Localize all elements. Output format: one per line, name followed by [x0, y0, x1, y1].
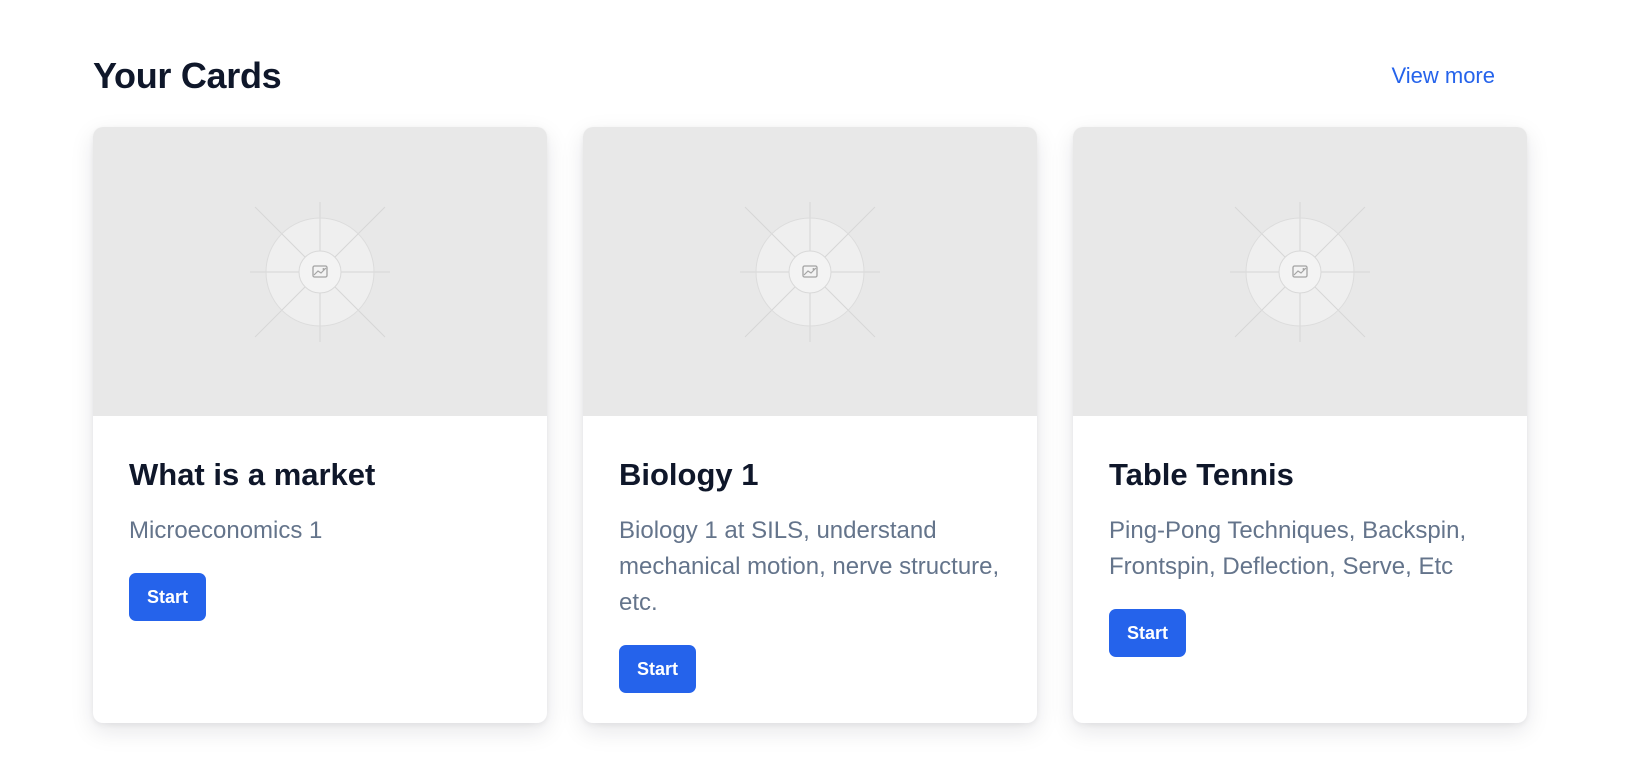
view-more-link[interactable]: View more [1391, 63, 1495, 89]
start-button[interactable]: Start [619, 645, 697, 694]
page-title: Your Cards [93, 55, 282, 96]
section-header: Your Cards View more [93, 48, 1519, 104]
card: Table Tennis Ping-Pong Techniques, Backs… [1073, 127, 1527, 723]
card-image-placeholder [583, 127, 1037, 416]
card-description: Ping-Pong Techniques, Backspin, Frontspi… [1109, 517, 1467, 581]
card-title: What is a market [129, 457, 376, 492]
card-body: Biology 1 Biology 1 at SILS, understand … [583, 416, 1037, 694]
card: Biology 1 Biology 1 at SILS, understand … [583, 127, 1037, 723]
card-title: Table Tennis [1109, 457, 1294, 492]
image-placeholder-icon [1230, 201, 1370, 342]
image-placeholder-icon [740, 201, 880, 342]
card-description: Biology 1 at SILS, understand mechanical… [619, 517, 1000, 617]
start-button[interactable]: Start [129, 573, 207, 622]
card-image-placeholder [93, 127, 547, 416]
card: What is a market Microeconomics 1 Start [93, 127, 547, 723]
card-title: Biology 1 [619, 457, 759, 492]
start-button[interactable]: Start [1109, 609, 1187, 658]
card-list: What is a market Microeconomics 1 Start [93, 127, 1527, 723]
card-body: Table Tennis Ping-Pong Techniques, Backs… [1073, 416, 1527, 658]
page: Your Cards View more What is a market Mi… [0, 0, 1645, 766]
image-placeholder-icon [250, 201, 390, 342]
card-body: What is a market Microeconomics 1 Start [93, 416, 547, 622]
card-image-placeholder [1073, 127, 1527, 416]
card-description: Microeconomics 1 [129, 517, 323, 545]
